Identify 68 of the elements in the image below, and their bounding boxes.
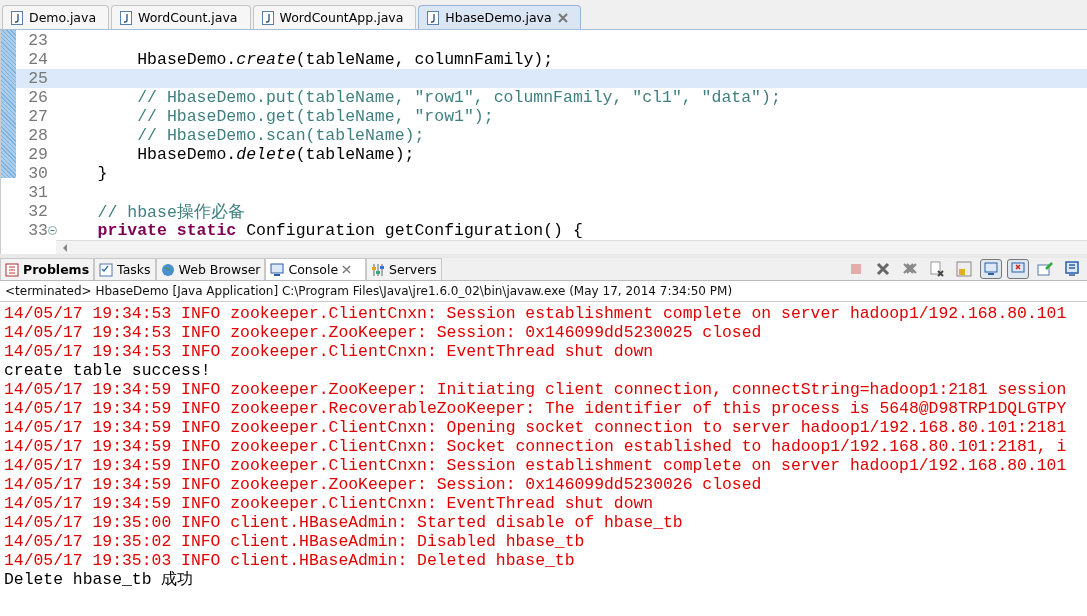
- console-line: create table success!: [3, 361, 212, 380]
- scroll-left-icon[interactable]: [62, 243, 68, 252]
- console-line: 14/05/17 19:34:53 INFO zookeeper.ZooKeeper: Session: 0x146099dd5230025 closed: [3, 323, 763, 342]
- window-pin-icon: [1037, 261, 1053, 277]
- line-number: 25: [27, 69, 48, 88]
- monitor-icon: [270, 262, 285, 277]
- close-icon[interactable]: [342, 265, 352, 274]
- horizontal-scrollbar[interactable]: [56, 240, 1087, 254]
- line-number: 23: [27, 31, 48, 50]
- editor-tab[interactable]: HbaseDemo.java: [418, 5, 581, 29]
- console-line: 14/05/17 19:34:59 INFO zookeeper.ZooKeeper: Initiating client connection, connectString=hadoop1:2181 session: [3, 380, 1068, 399]
- code-line: // HbaseDemo.get(tableName, "row1");: [136, 107, 494, 126]
- editor-tab[interactable]: Demo.java: [2, 5, 110, 29]
- pin-button[interactable]: [1034, 259, 1056, 279]
- code-editor[interactable]: [0, 30, 1087, 254]
- line-number: 24: [27, 50, 48, 69]
- checklist-icon: [99, 262, 114, 277]
- show-err-button[interactable]: [1007, 259, 1029, 279]
- java-file-icon: [11, 10, 23, 25]
- console-line: 14/05/17 19:35:02 INFO client.HBaseAdmin: Disabled hbase_tb: [3, 532, 586, 551]
- console-line: 14/05/17 19:35:00 INFO client.HBaseAdmin: Started disable of hbase_tb: [3, 513, 684, 532]
- close-icon[interactable]: [557, 12, 568, 23]
- globe-icon: [160, 262, 175, 277]
- line-number: 33: [27, 221, 48, 240]
- console-line: 14/05/17 19:35:03 INFO client.HBaseAdmin: Deleted hbase_tb: [3, 551, 576, 570]
- monitor-icon: [1064, 261, 1080, 277]
- java-file-icon: [120, 10, 133, 25]
- collapse-icon[interactable]: [48, 226, 57, 235]
- view-tab[interactable]: Console: [265, 258, 367, 280]
- monitor-icon: [983, 261, 999, 277]
- document-x-icon: [929, 261, 945, 277]
- x-icon: [875, 261, 891, 277]
- view-tab[interactable]: Web Browser: [155, 258, 266, 280]
- console-line: 14/05/17 19:34:59 INFO zookeeper.ClientCnxn: Opening socket connection to server hadoop1/192.168.80.101:2181: [3, 418, 1068, 437]
- console-header: <terminated> HbaseDemo [Java Application] C:\Program Files\Java\jre1.6.0_02\bin\javaw.exe (May 17, 2014 7:34:50 PM): [0, 281, 1087, 302]
- code-line: // HbaseDemo.scan(tableName);: [136, 126, 425, 145]
- console-line: 14/05/17 19:34:53 INFO zookeeper.ClientCnxn: Session establishment complete on server hadoop1/192.168.80.101: [3, 304, 1068, 323]
- code-line: HbaseDemo.create(tableName, columnFamily);: [136, 50, 554, 69]
- view-tab[interactable]: Servers: [366, 258, 442, 280]
- show-out-button[interactable]: [980, 259, 1002, 279]
- stop-icon: [848, 261, 864, 277]
- code-line: private static Configuration getConfiguration() {: [96, 221, 583, 240]
- console-line: Delete hbase_tb 成功: [3, 570, 195, 589]
- java-file-icon: [427, 10, 440, 25]
- view-tab[interactable]: Tasks: [94, 258, 156, 280]
- code-line: // hbase操作必备: [96, 201, 245, 223]
- code-line: // HbaseDemo.put(tableName, "row1", columnFamily, "cl1", "data");: [136, 88, 781, 107]
- line-number: 31: [27, 183, 48, 202]
- console-line: 14/05/17 19:34:53 INFO zookeeper.ClientCnxn: EventThread shut down: [3, 342, 655, 361]
- problems-icon: [5, 262, 19, 277]
- line-number: 26: [27, 88, 48, 107]
- line-number: 30: [27, 164, 48, 183]
- sliders-icon: [371, 262, 386, 277]
- console-line: 14/05/17 19:34:59 INFO zookeeper.RecoverableZooKeeper: The identifier of this process is 5648@D98TRP1DQLGTPY: [3, 399, 1068, 418]
- console-line: 14/05/17 19:34:59 INFO zookeeper.ClientCnxn: Socket connection established to hadoop1/192.168.80.101:2181, i: [3, 437, 1068, 456]
- line-number: 27: [27, 107, 48, 126]
- code-line: HbaseDemo.delete(tableName);: [136, 145, 415, 164]
- code-line: }: [96, 164, 108, 183]
- editor-tab[interactable]: WordCount.java: [111, 5, 251, 29]
- editor-tab[interactable]: WordCountApp.java: [252, 5, 417, 29]
- line-number: 29: [27, 145, 48, 164]
- console-line: 14/05/17 19:34:59 INFO zookeeper.ZooKeeper: Session: 0x146099dd5230026 closed: [3, 475, 763, 494]
- console-line: 14/05/17 19:34:59 INFO zookeeper.ClientCnxn: Session establishment complete on server hadoop1/192.168.80.101: [3, 456, 1068, 475]
- line-number: 28: [27, 126, 48, 145]
- line-number: 32: [27, 202, 48, 221]
- console-line: 14/05/17 19:34:59 INFO zookeeper.ClientCnxn: EventThread shut down: [3, 494, 655, 513]
- view-tab[interactable]: Problems: [0, 258, 95, 280]
- java-file-icon: [261, 10, 274, 25]
